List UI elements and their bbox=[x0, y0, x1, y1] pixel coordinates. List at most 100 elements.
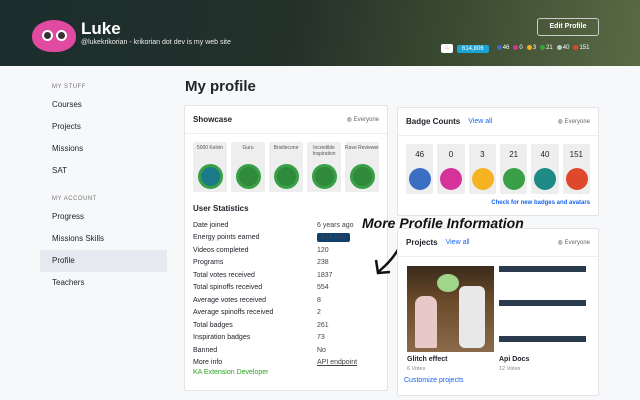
project-name[interactable]: Api Docs bbox=[499, 356, 586, 363]
stat-label: Videos completed bbox=[193, 246, 249, 254]
stat-value: 554 bbox=[317, 284, 329, 292]
username: Luke bbox=[81, 19, 121, 38]
badge-name: Rave Reviewer bbox=[345, 145, 379, 151]
stat-label: Average votes received bbox=[193, 296, 267, 304]
stat-label: Total spinoffs received bbox=[193, 284, 263, 292]
stat-value: 1837 bbox=[317, 271, 333, 279]
user-statistics-title: User Statistics bbox=[193, 204, 249, 213]
sidebar-item-missions-skills[interactable]: Missions Skills bbox=[40, 228, 167, 250]
sidebar-item-sat[interactable]: SAT bbox=[40, 160, 167, 182]
badge-icon bbox=[496, 45, 502, 51]
badge-count-value: 0 bbox=[519, 45, 523, 52]
badges-view-all-link[interactable]: View all bbox=[468, 118, 492, 125]
profile-header: Luke @lukekrikorian - krikorian dot dev … bbox=[0, 0, 640, 66]
badge-icon bbox=[573, 45, 579, 51]
header-badge-count: 40 bbox=[556, 45, 569, 52]
projects-title: Projects bbox=[406, 238, 438, 247]
stat-row: Total spinoffs received 554 bbox=[193, 282, 379, 295]
stat-row: Inspiration badges 73 bbox=[193, 332, 379, 345]
badge-count-tile[interactable]: 46 bbox=[406, 144, 434, 194]
badge-count-tile[interactable]: 21 bbox=[499, 144, 528, 194]
badge-icon bbox=[312, 164, 337, 189]
badge-count-tile[interactable]: 40 bbox=[531, 144, 559, 194]
badge-category-icon bbox=[409, 168, 431, 190]
edit-profile-button[interactable]: Edit Profile bbox=[537, 18, 599, 36]
project-card[interactable]: Api Docs 12 Votes bbox=[499, 266, 586, 372]
stat-label: Energy points earned bbox=[193, 234, 260, 242]
sidebar-item-missions[interactable]: Missions bbox=[40, 138, 167, 160]
stat-value: 6 years ago bbox=[317, 221, 354, 229]
projects-card: Projects View all ◍ Everyone Glitch effect… bbox=[397, 228, 599, 396]
stat-label: More info bbox=[193, 359, 223, 367]
visibility-selector[interactable]: ◍ Everyone bbox=[558, 118, 590, 125]
stat-row: Date joined 6 years ago bbox=[193, 219, 379, 232]
stat-label: Total votes received bbox=[193, 271, 255, 279]
developer-label: KA Extension Developer bbox=[193, 369, 269, 376]
showcase-badge[interactable]: Guru bbox=[231, 142, 265, 192]
sidebar-item-teachers[interactable]: Teachers bbox=[40, 272, 167, 294]
badge-icon bbox=[556, 45, 562, 51]
stat-value[interactable]: API endpoint bbox=[317, 359, 357, 366]
stat-row: Average spinoffs received 2 bbox=[193, 307, 379, 320]
badge-counts-card: Badge Counts View all ◍ Everyone 46 0 3 21 40 1… bbox=[397, 107, 599, 216]
badge-count-value: 46 bbox=[415, 150, 425, 159]
badge-count-tile[interactable]: 0 bbox=[437, 144, 465, 194]
stat-value: 614,806 bbox=[317, 233, 351, 243]
badge-count-value: 46 bbox=[502, 45, 510, 52]
badge-count-value: 21 bbox=[509, 150, 519, 159]
energy-points: 614,806 bbox=[457, 44, 489, 53]
stat-value: 73 bbox=[317, 334, 325, 342]
showcase-badge[interactable]: Rave Reviewer bbox=[345, 142, 379, 192]
badge-name: Guru bbox=[242, 145, 254, 151]
sidebar-item-projects[interactable]: Projects bbox=[40, 116, 167, 138]
project-thumbnail[interactable] bbox=[499, 266, 586, 352]
project-votes: 6 Votes bbox=[407, 366, 426, 372]
stat-value: No bbox=[317, 346, 326, 354]
visibility-selector[interactable]: ◍ Everyone bbox=[558, 239, 590, 246]
badge-count-value: 40 bbox=[540, 150, 550, 159]
badge-icon bbox=[350, 164, 375, 189]
showcase-badge[interactable]: Bristlecone bbox=[269, 142, 303, 192]
badge-category-icon bbox=[565, 168, 588, 190]
badge-count-value: 0 bbox=[448, 150, 454, 159]
showcase-card: Showcase ◍ Everyone 5000 Kelvin Guru Bristl… bbox=[184, 105, 388, 391]
stat-row: More info API endpoint bbox=[193, 357, 379, 370]
badge-icon bbox=[236, 164, 261, 189]
stat-row: Energy points earned 614,806 bbox=[193, 232, 379, 245]
showcase-badge[interactable]: 5000 Kelvin bbox=[193, 142, 227, 192]
showcase-badge[interactable]: Incredible Inspiration bbox=[307, 142, 341, 192]
stat-value: 261 bbox=[317, 321, 329, 329]
stat-label: Programs bbox=[193, 259, 224, 267]
project-name[interactable]: Glitch effect bbox=[407, 356, 494, 363]
avatar bbox=[32, 20, 76, 52]
sidebar-item-profile[interactable]: Profile bbox=[40, 250, 167, 272]
badge-count-tile[interactable]: 3 bbox=[468, 144, 496, 194]
visibility-selector[interactable]: ◍ Everyone bbox=[347, 116, 379, 123]
badge-icon bbox=[198, 164, 223, 189]
stat-row: Total badges 261 bbox=[193, 319, 379, 332]
user-bio: @lukekrikorian - krikorian dot dev is my… bbox=[81, 39, 231, 46]
project-thumbnail[interactable] bbox=[407, 266, 494, 352]
check-badges-link[interactable]: Check for new badges and avatars bbox=[398, 194, 598, 206]
customize-projects-link[interactable]: Customize projects bbox=[404, 377, 464, 384]
section-my-account: MY ACCOUNT bbox=[52, 196, 97, 202]
section-my-stuff: MY STUFF bbox=[52, 84, 86, 90]
badge-category-icon bbox=[534, 168, 557, 190]
stat-label: Total badges bbox=[193, 321, 233, 329]
badge-count-tile[interactable]: 151 bbox=[562, 144, 590, 194]
projects-view-all-link[interactable]: View all bbox=[446, 239, 470, 246]
project-card[interactable]: Glitch effect 6 Votes bbox=[407, 266, 494, 372]
sidebar-item-progress[interactable]: Progress bbox=[40, 206, 167, 228]
stat-label: Average spinoffs received bbox=[193, 309, 274, 317]
stat-value: 2 bbox=[317, 309, 321, 317]
badge-icon bbox=[540, 45, 546, 51]
stat-row: Average votes received 8 bbox=[193, 294, 379, 307]
sidebar: MY STUFF Courses Projects Missions SAT MY A… bbox=[40, 80, 167, 294]
project-votes: 12 Votes bbox=[499, 366, 521, 372]
header-badge-count: 46 bbox=[496, 45, 510, 52]
sidebar-item-courses[interactable]: Courses bbox=[40, 94, 167, 116]
badge-name: Bristlecone bbox=[273, 145, 299, 151]
header-badge-count: 0 bbox=[513, 45, 523, 52]
header-badge-count: 3 bbox=[526, 45, 536, 52]
stat-label: Inspiration badges bbox=[193, 334, 251, 342]
